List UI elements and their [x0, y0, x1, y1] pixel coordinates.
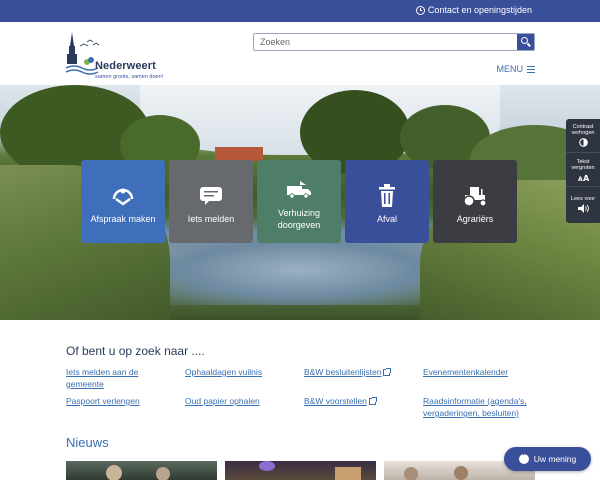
tile-label: Verhuizing doorgeven: [277, 208, 321, 230]
site-header: Nederweert samen groots, samen doen!: [0, 22, 600, 85]
feedback-label: Uw mening: [533, 454, 577, 464]
menu-button[interactable]: MENU: [496, 64, 535, 74]
link-iets-melden[interactable]: Iets melden aan de gemeente: [66, 366, 166, 390]
text-size-label: Tekst vergroten: [571, 158, 595, 171]
read-aloud-button[interactable]: Lees voor: [566, 187, 600, 221]
speech-bubble-icon: [199, 182, 223, 210]
top-bar: Contact en openingstijden: [0, 0, 600, 22]
link-evenementenkalender[interactable]: Evenementenkalender: [423, 366, 508, 378]
hamburger-icon: [527, 65, 535, 73]
feedback-button[interactable]: Uw mening: [504, 447, 591, 471]
link-ophaaldagen-vuilnis[interactable]: Ophaaldagen vuilnis: [185, 366, 262, 378]
tile-label: Agrariërs: [456, 214, 494, 224]
svg-text:A: A: [583, 174, 589, 181]
search-button[interactable]: [517, 34, 534, 50]
contact-label: Contact en openingstijden: [427, 5, 532, 15]
link-oud-papier-ophalen[interactable]: Oud papier ophalen: [185, 395, 260, 407]
link-bw-voorstellen[interactable]: B&W voorstellen: [304, 395, 377, 407]
news-card-image[interactable]: [66, 461, 217, 480]
link-raadsinformatie[interactable]: Raadsinformatie (agenda's, vergaderingen…: [423, 395, 538, 419]
tile-iets-melden[interactable]: Iets melden: [169, 160, 253, 243]
quicklinks-title: Of bent u op zoek naar ....: [66, 344, 205, 358]
handshake-icon: [110, 182, 136, 210]
contact-link[interactable]: Contact en openingstijden: [415, 5, 532, 15]
logo-name: Nederweert: [95, 60, 156, 72]
text-size-icon: AA: [578, 174, 589, 181]
chat-bubble-icon: [518, 450, 529, 464]
text-size-button[interactable]: Tekst vergroten AA: [566, 153, 600, 187]
news-title: Nieuws: [66, 435, 109, 450]
tile-verhuizing-doorgeven[interactable]: Verhuizing doorgeven: [257, 160, 341, 243]
trash-can-icon: [378, 182, 396, 210]
speaker-icon: [577, 203, 589, 213]
clock-icon: [415, 5, 425, 15]
external-link-icon: [368, 397, 377, 405]
tile-afval[interactable]: Afval: [345, 160, 429, 243]
tile-label: Afspraak maken: [90, 214, 156, 224]
contrast-label: Contrast verhogen: [571, 124, 595, 136]
search-input[interactable]: [254, 34, 517, 50]
read-aloud-label: Lees voor: [570, 195, 596, 202]
news-card-image[interactable]: [225, 461, 376, 480]
accessibility-toolbar: Contrast verhogen Tekst vergroten AA Lee…: [566, 119, 600, 223]
logo-slogan: samen groots, samen doen!: [95, 74, 164, 80]
contrast-button[interactable]: Contrast verhogen: [566, 119, 600, 153]
contrast-icon: [578, 138, 588, 147]
tile-afspraak-maken[interactable]: Afspraak maken: [81, 160, 165, 243]
link-paspoort-verlengen[interactable]: Paspoort verlengen: [66, 395, 140, 407]
tile-agrariers[interactable]: Agrariërs: [433, 160, 517, 243]
quick-tiles: Afspraak maken Iets melden Verhuizing do…: [81, 160, 517, 243]
tile-label: Afval: [376, 214, 397, 224]
search-box: [253, 33, 535, 51]
link-bw-besluitenlijsten[interactable]: B&W besluitenlijsten: [304, 366, 392, 378]
moving-truck-icon: [286, 176, 312, 204]
tile-label: Iets melden: [187, 214, 235, 224]
menu-label: MENU: [496, 64, 524, 74]
tractor-icon: [461, 182, 489, 210]
external-link-icon: [383, 368, 392, 376]
church-logo-icon: [65, 32, 100, 75]
